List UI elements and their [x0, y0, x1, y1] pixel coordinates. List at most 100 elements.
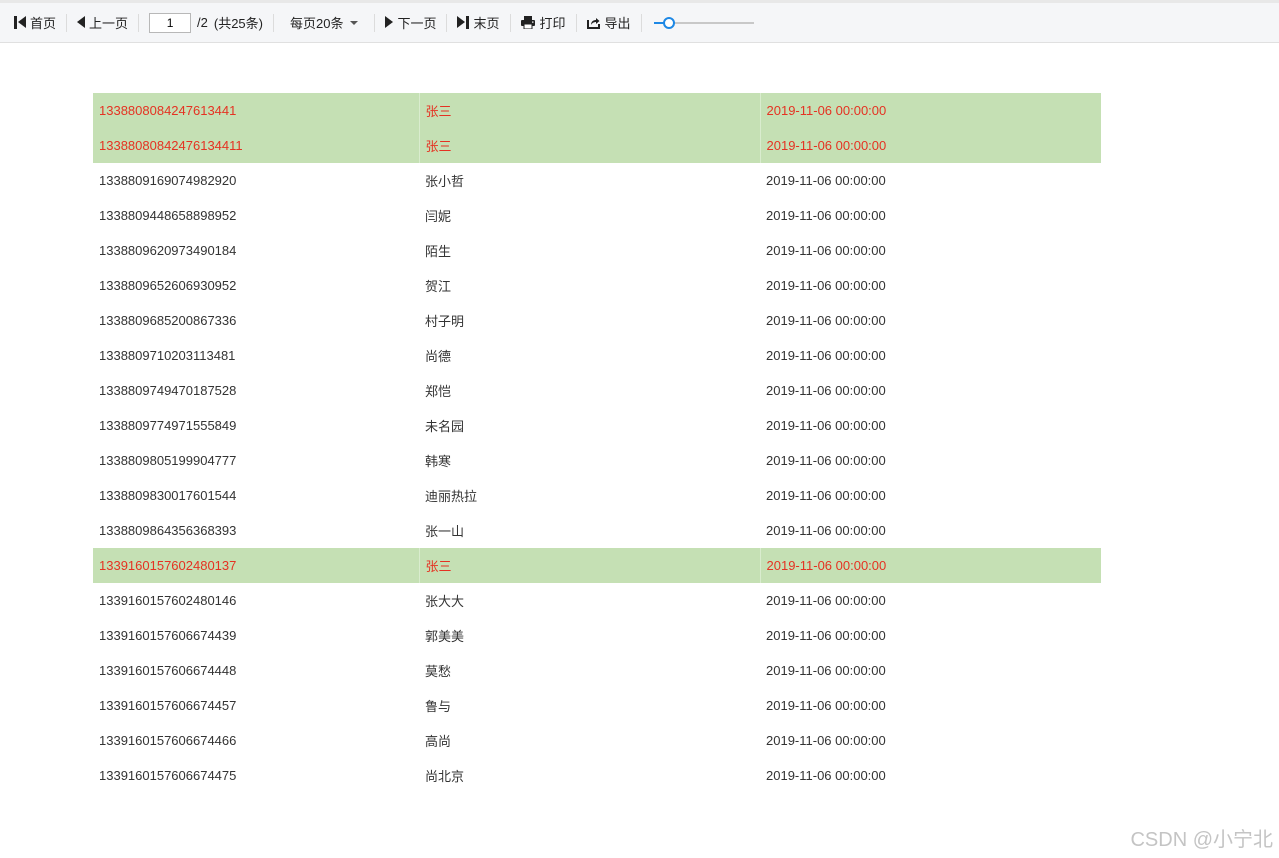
zoom-slider[interactable] — [653, 15, 754, 31]
date-cell: 2019-11-06 00:00:00 — [766, 348, 886, 363]
print-label: 打印 — [539, 16, 566, 31]
table-row[interactable]: 1338809685200867336 村子明 2019-11-06 00:00:0… — [93, 303, 1101, 338]
table-row[interactable]: 1338809805199904777 韩寒 2019-11-06 00:00:00 — [93, 443, 1101, 478]
date-cell: 2019-11-06 00:00:00 — [759, 548, 1101, 583]
table-row[interactable]: 1339160157602480146 张大大 2019-11-06 00:00:0… — [93, 583, 1101, 618]
date-cell: 2019-11-06 00:00:00 — [766, 488, 886, 503]
id-cell: 1338809169074982920 — [99, 173, 237, 188]
pagination-toolbar: 首页 上一页 /2 (共25条) 每页20条 下一页 末页 打印 — [0, 3, 1279, 43]
name-cell: 高尚 — [425, 734, 452, 749]
name-cell: 鲁与 — [425, 699, 452, 714]
data-table-body: 1338808084247613441 张三 2019-11-06 00:00:00… — [93, 93, 1101, 793]
next-page-button[interactable]: 下一页 — [381, 9, 440, 37]
page-size-dropdown[interactable]: 每页20条 — [280, 9, 368, 37]
id-cell: 1338809448658898952 — [99, 208, 237, 223]
toolbar-divider — [509, 13, 511, 32]
toolbar-divider — [640, 13, 642, 32]
id-cell: 1338808084247613441 — [93, 93, 419, 128]
table-row[interactable]: 1339160157606674448 莫愁 2019-11-06 00:00:00 — [93, 653, 1101, 688]
table-row[interactable]: 1338808084247613441 张三 2019-11-06 00:00:00 — [93, 93, 1101, 128]
date-cell: 2019-11-06 00:00:00 — [766, 313, 886, 328]
table-row[interactable]: 1339160157606674439 郭美美 2019-11-06 00:00:0… — [93, 618, 1101, 653]
id-cell: 1338809652606930952 — [99, 278, 237, 293]
date-cell: 2019-11-06 00:00:00 — [766, 418, 886, 433]
date-cell: 2019-11-06 00:00:00 — [766, 173, 886, 188]
prev-page-icon — [77, 16, 86, 29]
id-cell: 1338809830017601544 — [99, 488, 237, 503]
page-number-input[interactable] — [149, 12, 192, 33]
date-cell: 2019-11-06 00:00:00 — [766, 383, 886, 398]
name-cell: 村子明 — [425, 314, 465, 329]
last-page-label: 末页 — [473, 16, 500, 31]
date-cell: 2019-11-06 00:00:00 — [766, 593, 886, 608]
date-cell: 2019-11-06 00:00:00 — [766, 243, 886, 258]
id-cell: 13388080842476134411 — [93, 128, 419, 163]
table-row[interactable]: 1338809710203113481 尚德 2019-11-06 00:00:00 — [93, 338, 1101, 373]
name-cell: 张大大 — [425, 594, 465, 609]
table-row[interactable]: 1338809749470187528 郑恺 2019-11-06 00:00:00 — [93, 373, 1101, 408]
date-cell: 2019-11-06 00:00:00 — [766, 523, 886, 538]
table-row[interactable]: 1338809774971555849 未名园 2019-11-06 00:00:0… — [93, 408, 1101, 443]
table-row[interactable]: 1339160157606674475 尚北京 2019-11-06 00:00:0… — [93, 758, 1101, 793]
date-cell: 2019-11-06 00:00:00 — [766, 733, 886, 748]
last-page-button[interactable]: 末页 — [453, 9, 503, 37]
first-page-button[interactable]: 首页 — [10, 9, 60, 37]
name-cell: 贺江 — [425, 279, 452, 294]
date-cell: 2019-11-06 00:00:00 — [766, 453, 886, 468]
export-label: 导出 — [604, 16, 631, 31]
page-size-label: 每页20条 — [290, 16, 344, 31]
name-cell: 闫妮 — [425, 209, 452, 224]
id-cell: 1338809749470187528 — [99, 383, 237, 398]
toolbar-divider — [575, 13, 577, 32]
table-row[interactable]: 13388080842476134411 张三 2019-11-06 00:00:0… — [93, 128, 1101, 163]
data-table: 1338808084247613441 张三 2019-11-06 00:00:00… — [93, 93, 1101, 793]
name-cell: 张三 — [418, 128, 760, 163]
first-page-icon — [14, 16, 27, 29]
date-cell: 2019-11-06 00:00:00 — [766, 663, 886, 678]
last-page-icon — [457, 16, 470, 29]
table-row[interactable]: 1338809448658898952 闫妮 2019-11-06 00:00:00 — [93, 198, 1101, 233]
id-cell: 1339160157606674457 — [99, 698, 237, 713]
date-cell: 2019-11-06 00:00:00 — [766, 768, 886, 783]
page-indicator: /2 (共25条) — [145, 9, 267, 37]
print-button[interactable]: 打印 — [517, 9, 570, 37]
printer-icon — [520, 16, 535, 30]
id-cell: 1339160157602480146 — [99, 593, 237, 608]
name-cell: 张三 — [418, 93, 760, 128]
name-cell: 韩寒 — [425, 454, 452, 469]
id-cell: 1338809805199904777 — [99, 453, 237, 468]
date-cell: 2019-11-06 00:00:00 — [766, 698, 886, 713]
id-cell: 1338809774971555849 — [99, 418, 237, 433]
zoom-slider-thumb[interactable] — [662, 16, 675, 29]
id-cell: 1338809710203113481 — [99, 348, 236, 363]
export-button[interactable]: 导出 — [583, 9, 635, 37]
table-row[interactable]: 1338809620973490184 陌生 2019-11-06 00:00:00 — [93, 233, 1101, 268]
table-row[interactable]: 1338809830017601544 迪丽热拉 2019-11-06 00:00:… — [93, 478, 1101, 513]
table-row[interactable]: 1338809169074982920 张小哲 2019-11-06 00:00:0… — [93, 163, 1101, 198]
toolbar-divider — [138, 13, 140, 32]
table-row[interactable]: 1338809864356368393 张一山 2019-11-06 00:00:0… — [93, 513, 1101, 548]
id-cell: 1338809620973490184 — [99, 243, 237, 258]
chevron-down-icon — [350, 20, 359, 25]
table-row[interactable]: 1339160157606674457 鲁与 2019-11-06 00:00:00 — [93, 688, 1101, 723]
name-cell: 莫愁 — [425, 664, 452, 679]
id-cell: 1339160157606674439 — [99, 628, 237, 643]
name-cell: 张小哲 — [425, 174, 465, 189]
name-cell: 陌生 — [425, 244, 452, 259]
prev-page-button[interactable]: 上一页 — [73, 9, 132, 37]
record-count: (共25条) — [213, 16, 263, 31]
id-cell: 1339160157606674475 — [99, 768, 237, 783]
first-page-label: 首页 — [30, 16, 57, 31]
date-cell: 2019-11-06 00:00:00 — [766, 278, 886, 293]
table-row[interactable]: 1338809652606930952 贺江 2019-11-06 00:00:00 — [93, 268, 1101, 303]
date-cell: 2019-11-06 00:00:00 — [766, 628, 886, 643]
name-cell: 未名园 — [425, 419, 465, 434]
name-cell: 张一山 — [425, 524, 465, 539]
name-cell: 郭美美 — [425, 629, 465, 644]
table-row[interactable]: 1339160157606674466 高尚 2019-11-06 00:00:00 — [93, 723, 1101, 758]
id-cell: 1339160157602480137 — [93, 548, 419, 583]
id-cell: 1339160157606674448 — [99, 663, 237, 678]
toolbar-divider — [374, 13, 376, 32]
table-row[interactable]: 1339160157602480137 张三 2019-11-06 00:00:00 — [93, 548, 1101, 583]
id-cell: 1338809864356368393 — [99, 523, 237, 538]
